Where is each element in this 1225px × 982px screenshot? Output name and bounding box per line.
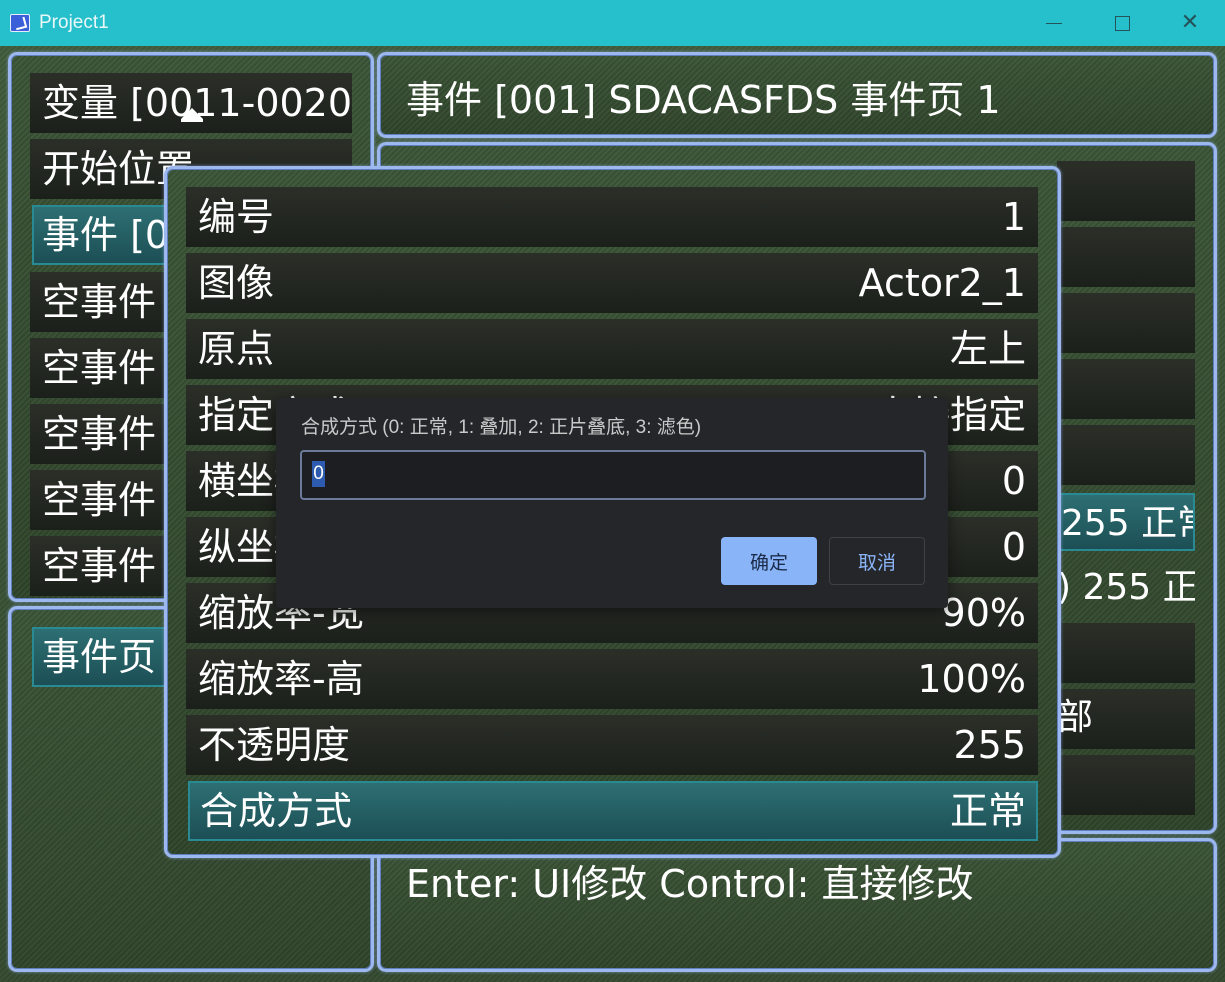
content-row-text: 255 正常 [1061, 503, 1193, 544]
content-row[interactable] [1057, 425, 1195, 485]
window-title: Project1 [39, 12, 109, 33]
input-selection-highlight: 0 [312, 461, 325, 487]
property-row-opacity[interactable]: 不透明度 255 [186, 715, 1038, 775]
property-row-scale-height[interactable]: 缩放率-高 100% [186, 649, 1038, 709]
property-row-origin[interactable]: 原点 左上 [186, 319, 1038, 379]
property-row-blend-mode[interactable]: 合成方式 正常 [188, 781, 1038, 841]
ok-button[interactable]: 确定 [721, 537, 817, 585]
property-value: 255 [953, 723, 1026, 767]
scroll-up-arrow-icon[interactable] [181, 108, 203, 122]
property-value: Actor2_1 [858, 261, 1026, 305]
content-row-text: 部 [1057, 697, 1094, 738]
property-value: 100% [917, 657, 1026, 701]
content-row-selected[interactable]: 255 正常 [1057, 493, 1195, 551]
content-row[interactable] [1057, 227, 1195, 287]
content-row[interactable] [1057, 293, 1195, 353]
maximize-button[interactable] [1088, 0, 1156, 46]
property-label: 原点 [198, 327, 275, 371]
list-item-label: 变量 [0011-0020] [42, 81, 352, 125]
property-label: 图像 [198, 261, 275, 305]
title-bar: Project1 ✕ [0, 0, 1225, 46]
content-row[interactable] [1057, 359, 1195, 419]
property-value: 1 [1001, 195, 1026, 239]
close-button[interactable]: ✕ [1156, 0, 1224, 46]
list-item-variables[interactable]: 变量 [0011-0020] [30, 73, 352, 133]
content-row[interactable] [1057, 755, 1195, 815]
value-input[interactable] [300, 450, 926, 500]
property-row-id[interactable]: 编号 1 [186, 187, 1038, 247]
property-value: 0 [1001, 525, 1026, 569]
property-label: 编号 [198, 195, 275, 239]
content-row-text: ) 255 正常 [1057, 567, 1195, 608]
property-value: 0 [1001, 459, 1026, 503]
help-text: Enter: UI修改 Control: 直接修改 [406, 862, 974, 906]
close-icon: ✕ [1180, 10, 1200, 35]
maximize-icon [1114, 15, 1130, 31]
content-row[interactable]: ) 255 正常 [1057, 559, 1195, 619]
property-row-image[interactable]: 图像 Actor2_1 [186, 253, 1038, 313]
property-label: 不透明度 [198, 723, 351, 767]
content-row[interactable] [1057, 161, 1195, 221]
property-value: 正常 [949, 789, 1026, 833]
property-value: 左上 [949, 327, 1026, 371]
header-panel: 事件 [001] SDACASFDS 事件页 1 [377, 52, 1217, 138]
property-label: 缩放率-高 [198, 657, 364, 701]
minimize-button[interactable] [1020, 0, 1088, 46]
content-row[interactable] [1057, 623, 1195, 683]
cancel-button[interactable]: 取消 [829, 537, 925, 585]
page-title: 事件 [001] SDACASFDS 事件页 1 [406, 78, 1001, 122]
content-row[interactable]: 部 [1057, 689, 1195, 749]
help-panel: Enter: UI修改 Control: 直接修改 [377, 838, 1217, 972]
minimize-icon [1046, 22, 1062, 24]
property-label: 合成方式 [200, 789, 353, 833]
prompt-message: 合成方式 (0: 正常, 1: 叠加, 2: 正片叠底, 3: 滤色) [301, 417, 702, 438]
property-value: 90% [941, 591, 1026, 635]
prompt-dialog: 合成方式 (0: 正常, 1: 叠加, 2: 正片叠底, 3: 滤色) 0 确定… [276, 398, 948, 608]
app-icon [10, 14, 30, 32]
